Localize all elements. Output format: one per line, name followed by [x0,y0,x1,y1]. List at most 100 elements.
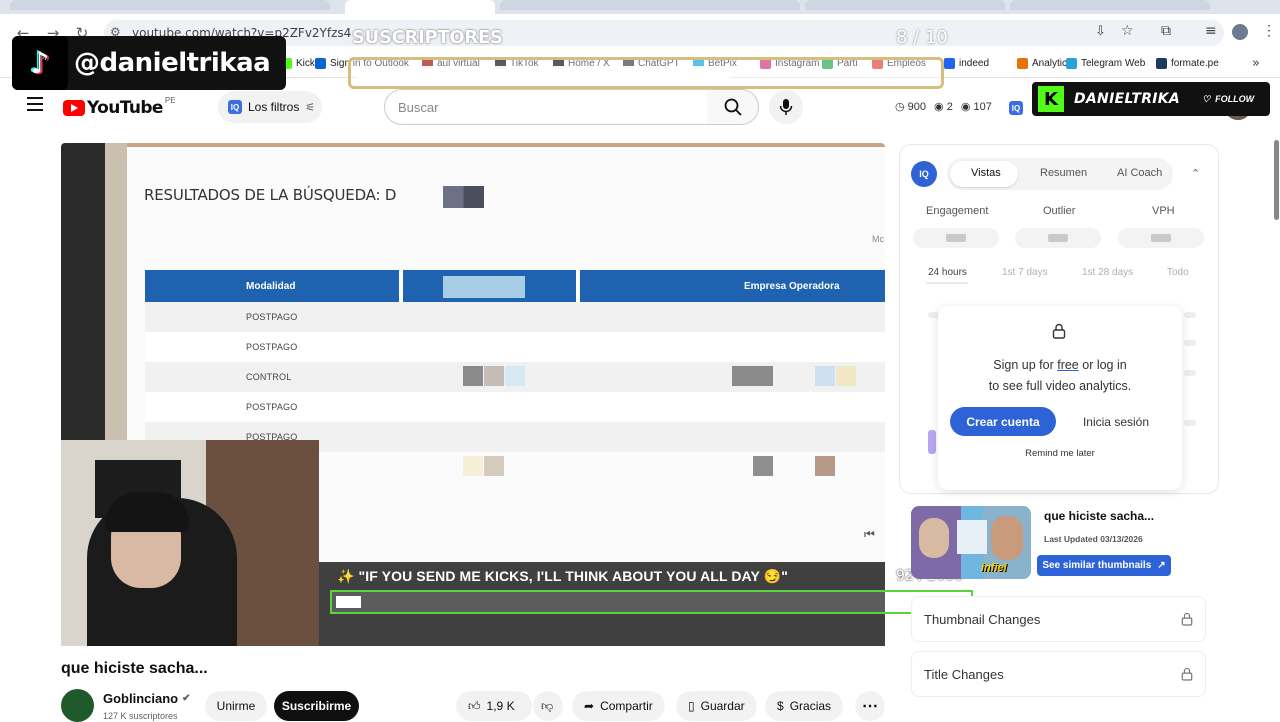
thumbs-up-icon: 👍︎ [468,698,481,713]
bookmark-label: Kick [296,58,315,69]
vidiq-icon[interactable]: IQ [1009,101,1023,115]
subscribe-button[interactable]: Suscribirme [274,691,359,721]
share-button[interactable]: ➦ Compartir [572,691,665,721]
signup-subtext: to see full video analytics. [988,379,1132,393]
collapse-icon[interactable]: ⌃ [1191,167,1200,180]
bookmark-favicon-icon [315,58,326,69]
subs-goal-label: SUSCRIPTORES [352,27,503,48]
thanks-button[interactable]: $ Gracias [765,691,844,721]
kicks-goal-fill [336,596,361,608]
bookmark-item[interactable]: formate.pe [1156,58,1219,69]
search-button[interactable] [707,89,759,125]
blurred-chart [1184,340,1196,346]
search-icon [724,98,742,116]
thumbnail-changes-label: Thumbnail Changes [924,611,1041,627]
bookmark-star-icon[interactable]: ☆ [1121,23,1134,39]
redacted-block [463,456,483,476]
time-tab-24h[interactable]: 24 hours [928,267,967,278]
signup-text: Sign up for free or log in [993,358,1127,372]
video-title: que hiciste sacha... [61,660,208,677]
login-button[interactable]: Inicia sesión [1068,407,1164,436]
page-scrollbar[interactable] [1274,140,1279,220]
kick-badge: K DANIELTRIKA ♡ FOLLOW [1032,82,1270,116]
tab-ai-coach[interactable]: AI Coach [1117,167,1162,179]
create-account-button[interactable]: Crear cuenta [950,407,1056,436]
blurred-chart [1184,312,1196,318]
title-changes-row[interactable]: Title Changes [911,651,1206,697]
channel-avatar[interactable] [61,689,94,722]
browser-tab[interactable] [805,0,1005,10]
clock-icon: ◷ [895,101,905,113]
dislike-button[interactable]: 👎︎ [533,691,563,721]
tiktok-logo-icon: ♪ [12,36,68,90]
tab-resumen[interactable]: Resumen [1040,167,1087,179]
streamer-hair [105,492,189,532]
install-icon[interactable]: ⇩ [1095,24,1106,39]
kick-logo-icon: K [1038,86,1064,112]
document-title: RESULTADOS DE LA BÚSQUEDA: D [144,186,397,204]
channel-name[interactable]: Goblinciano ✔ [103,691,191,706]
bookmark-item[interactable]: Telegram Web [1066,58,1145,69]
browser-tab-active[interactable] [345,0,495,14]
stat-other: ◉ 107 [960,101,992,113]
table-divider [576,270,580,302]
menu-icon[interactable] [27,97,43,111]
media-icon[interactable]: ≡ [1205,23,1217,39]
redacted-block [732,366,773,386]
bookmark-favicon-icon [1017,58,1028,69]
browser-menu-icon[interactable]: ⋮ [1262,22,1276,39]
tiktok-handle: @danieltrikaa [74,48,271,78]
redacted-block [443,276,525,298]
tiktok-badge: ♪ @danieltrikaa [12,36,286,90]
thumbnail-changes-row[interactable]: Thumbnail Changes [911,596,1206,642]
join-button[interactable]: Unirme [205,691,267,721]
vidiq-stats: ◷ 900 ◉ 2 ◉ 107 [895,100,992,113]
profile-avatar[interactable] [1232,24,1248,40]
similar-thumbnails-button[interactable]: See similar thumbnails ↗ [1037,555,1171,576]
table-cell: POSTPAGO [246,402,298,412]
column-header: Modalidad [246,281,296,292]
youtube-logo[interactable]: YouTube PE [63,96,176,118]
thumbnail-tag: infiel [981,562,1007,574]
browser-tab[interactable] [1010,0,1210,10]
time-tab-28d[interactable]: 1st 28 days [1082,267,1133,278]
subs-goal-fill [356,66,731,80]
time-tab-7d[interactable]: 1st 7 days [1002,267,1048,278]
free-link[interactable]: free [1057,358,1079,372]
document-top-strip [127,143,885,147]
video-thumbnail[interactable]: infiel [911,506,1031,579]
voice-search-button[interactable] [769,90,803,124]
more-actions-icon[interactable]: ⋯ [855,691,885,721]
subs-goal-count: 8 / 10 [896,27,948,48]
redacted-block [463,366,483,386]
metric-outlier: Outlier [1043,205,1076,217]
bookmark-favicon-icon [1066,58,1077,69]
blurred-chart [1184,370,1196,376]
search-placeholder: Buscar [398,99,439,115]
stat-watching: ◉ 2 [934,101,953,113]
bookmarks-more-icon[interactable]: » [1252,56,1260,71]
bookmark-label: formate.pe [1171,58,1219,69]
browser-tab[interactable] [10,0,330,10]
kick-follow: ♡ FOLLOW [1202,93,1255,105]
save-button[interactable]: ▯ Guardar [676,691,757,721]
thumbnail-face [991,516,1023,560]
bookmark-item[interactable]: Analytics [1017,58,1072,69]
like-button[interactable]: 👍︎ 1,9 K [456,691,532,721]
lock-icon [1052,323,1066,339]
bookmark-item[interactable]: Kick [281,58,315,69]
extensions-icon[interactable]: ⧉ [1161,23,1171,39]
bookmark-item[interactable]: indeed [944,58,989,69]
filters-button[interactable]: IQ Los filtros ⚟ [218,91,322,123]
streamer-webcam [61,440,319,646]
browser-tab[interactable] [500,0,800,10]
skip-back-icon[interactable]: ⏮ [864,527,875,542]
document-side-text: Mc [872,234,884,244]
metric-engagement: Engagement [926,205,989,217]
search-input[interactable]: Buscar [384,89,708,125]
similar-label: See similar thumbnails [1042,560,1152,571]
tab-vistas[interactable]: Vistas [971,167,1001,179]
time-tab-all[interactable]: Todo [1167,267,1189,278]
blurred-chart [1184,420,1196,426]
remind-later-link[interactable]: Remind me later [938,448,1182,459]
